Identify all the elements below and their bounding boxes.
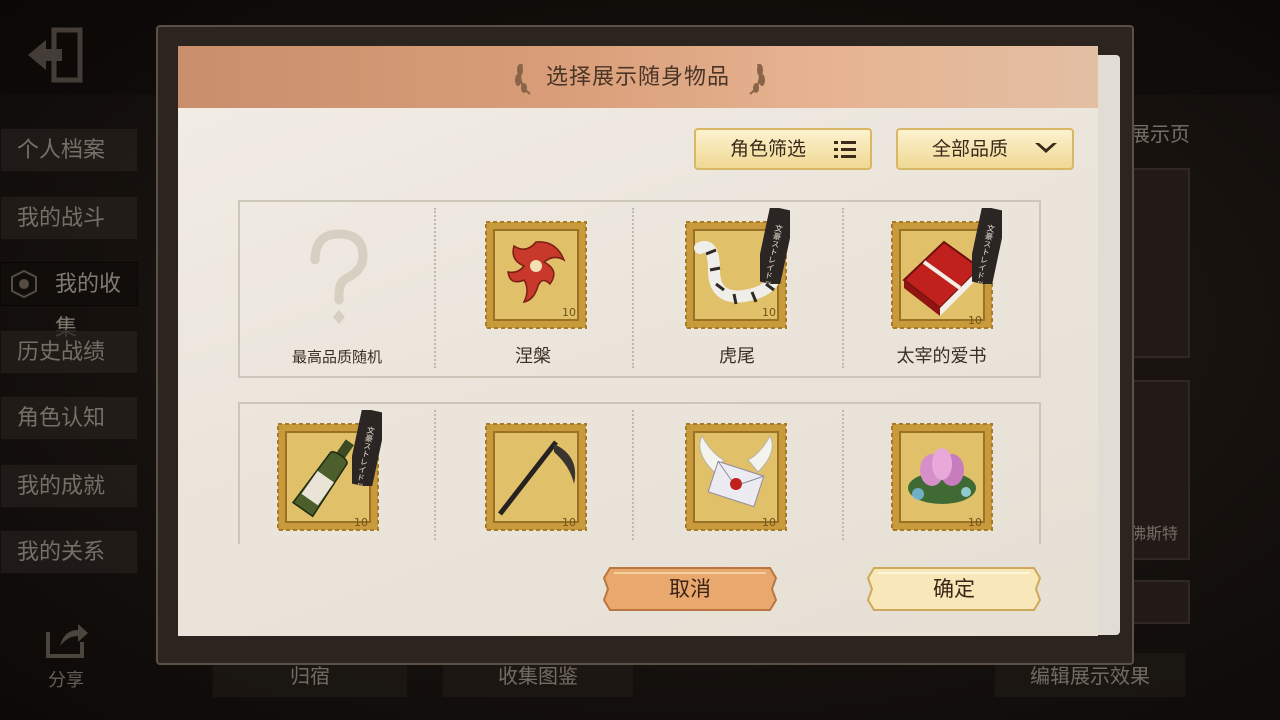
- laurel-right-icon: [749, 63, 765, 95]
- stamp-value: 10: [562, 306, 576, 319]
- item-cell-wine[interactable]: 10 文豪ストレイドッグス: [240, 404, 434, 578]
- scythe-icon: 10: [485, 423, 587, 531]
- item-label: 最高品质随机: [291, 348, 382, 366]
- lotus-icon: 10: [891, 423, 993, 531]
- role-filter-label: 角色筛选: [730, 138, 807, 160]
- phoenix-icon: 10: [485, 221, 587, 329]
- collab-tag-icon: 文豪ストレイドッグス: [972, 208, 1002, 284]
- svg-text:10: 10: [968, 314, 982, 327]
- item-row: 最高品质随机 10 涅槃 10 文豪ストレイドッグス 虎尾 10 文豪ストレイド…: [238, 200, 1041, 378]
- item-row: 10 文豪ストレイドッグス 10 10 10: [238, 402, 1041, 544]
- svg-text:10: 10: [562, 516, 576, 529]
- chevron-down-icon: [1035, 143, 1057, 153]
- question-mark-icon: [310, 229, 368, 324]
- role-filter-button[interactable]: 角色筛选: [694, 128, 872, 170]
- cancel-button[interactable]: 取消: [600, 564, 780, 614]
- list-icon: [834, 141, 856, 158]
- quality-filter-label: 全部品质: [932, 138, 1009, 160]
- item-select-modal: 选择展示随身物品 角色筛选 全部品质 最高品质随机 10 涅槃 10 文豪ストレ…: [178, 46, 1098, 636]
- svg-text:10: 10: [354, 516, 368, 529]
- item-cell-scythe[interactable]: 10: [434, 404, 632, 578]
- item-cell-lotus[interactable]: 10: [842, 404, 1041, 578]
- item-label: 太宰的爱书: [896, 346, 987, 367]
- item-cell-dazai-book[interactable]: 10 文豪ストレイドッグス 太宰的爱书: [842, 202, 1041, 376]
- item-cell-phoenix[interactable]: 10 涅槃: [434, 202, 632, 376]
- item-cell-winged-letter[interactable]: 10: [632, 404, 842, 578]
- item-cell-tiger-tail[interactable]: 10 文豪ストレイドッグス 虎尾: [632, 202, 842, 376]
- svg-text:10: 10: [968, 516, 982, 529]
- collab-tag-icon: 文豪ストレイドッグス: [760, 208, 790, 284]
- svg-text:10: 10: [762, 306, 776, 319]
- item-label: 涅槃: [515, 346, 551, 367]
- winged-letter-icon: 10: [685, 423, 787, 531]
- confirm-button[interactable]: 确定: [864, 564, 1044, 614]
- quality-filter-dropdown[interactable]: 全部品质: [896, 128, 1074, 170]
- cancel-label: 取消: [669, 577, 711, 601]
- item-label: 虎尾: [719, 346, 755, 367]
- item-cell-random[interactable]: 最高品质随机: [240, 202, 434, 376]
- confirm-label: 确定: [933, 577, 975, 601]
- collab-tag-icon: 文豪ストレイドッグス: [352, 410, 382, 486]
- modal-title: 选择展示随身物品: [545, 65, 730, 90]
- svg-text:10: 10: [762, 516, 776, 529]
